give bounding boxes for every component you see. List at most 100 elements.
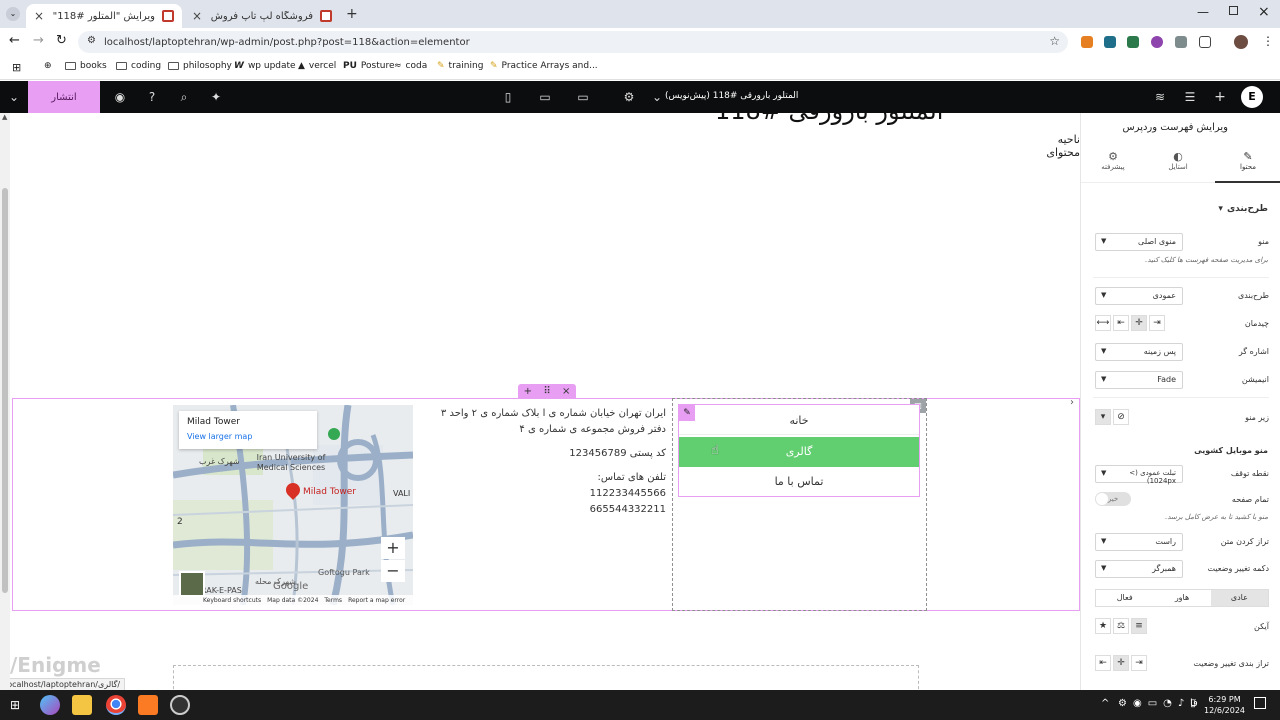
- bookmark-item[interactable]: ≈ coda: [394, 61, 427, 71]
- input-language[interactable]: فا: [1190, 698, 1198, 709]
- extension-icon[interactable]: [1081, 36, 1093, 48]
- windows-start-icon[interactable]: ⊞: [10, 698, 20, 712]
- extension-icon[interactable]: [1175, 36, 1187, 48]
- minimize-window-icon[interactable]: —: [1197, 5, 1209, 19]
- bookmark-item[interactable]: books: [65, 61, 107, 71]
- notifications-icon[interactable]: ✦: [208, 90, 224, 104]
- xampp-icon[interactable]: [138, 695, 158, 715]
- align-center-icon[interactable]: ✛: [1131, 315, 1147, 331]
- scroll-up-arrow-icon[interactable]: ▲: [2, 113, 7, 121]
- bookmark-item[interactable]: ▲ vercel: [298, 61, 336, 71]
- publish-options-chevron-icon[interactable]: ⌄: [6, 90, 22, 104]
- scrollbar-thumb[interactable]: [2, 188, 8, 593]
- menu-item-home[interactable]: خانه: [679, 407, 919, 435]
- bookmark-item[interactable]: ✎ training: [437, 61, 483, 71]
- zoom-in-button[interactable]: +: [381, 537, 405, 559]
- tablet-view-icon[interactable]: ▭: [537, 90, 553, 104]
- back-icon[interactable]: ←: [9, 33, 20, 48]
- browser-tab-shop[interactable]: فروشگاه لپ تاپ فروش تهران ×: [184, 4, 340, 28]
- align-end-icon[interactable]: ⇤: [1113, 315, 1129, 331]
- breakpoint-select[interactable]: تبلت عمودی (> 1024px) ▼: [1095, 465, 1183, 485]
- copilot-icon[interactable]: [40, 695, 60, 715]
- close-tab-icon[interactable]: ×: [34, 9, 44, 23]
- forward-icon[interactable]: →: [33, 33, 44, 48]
- settings-gear-icon[interactable]: ⚙: [621, 90, 637, 104]
- publish-button[interactable]: انتشار: [28, 81, 100, 113]
- tab-list-menu-icon[interactable]: ⌄: [6, 7, 20, 21]
- apps-grid-icon[interactable]: ⊞: [12, 61, 21, 74]
- fullwidth-toggle[interactable]: خیر: [1095, 492, 1131, 506]
- site-info-icon[interactable]: ⚙: [87, 35, 96, 46]
- bookmark-item[interactable]: PU Posture: [343, 61, 394, 71]
- align-right-icon[interactable]: ⇥: [1131, 655, 1147, 671]
- tray-chevron-icon[interactable]: ^: [1101, 698, 1109, 709]
- menu-item-contact[interactable]: تماس با ما: [679, 467, 919, 497]
- mobile-view-icon[interactable]: ▯: [500, 90, 516, 104]
- tab-content[interactable]: ✎ محتوا: [1215, 145, 1280, 183]
- pointer-select[interactable]: پس زمینه ▼: [1095, 343, 1183, 361]
- bookmark-item[interactable]: philosophy: [168, 61, 232, 71]
- canvas-scrollbar[interactable]: [0, 113, 10, 690]
- zoom-out-button[interactable]: −: [381, 560, 405, 582]
- align-center-icon[interactable]: ✛: [1113, 655, 1129, 671]
- preview-eye-icon[interactable]: ◉: [112, 90, 128, 104]
- align-start-icon[interactable]: ⇥: [1149, 315, 1165, 331]
- menu-select[interactable]: منوی اصلی ▼: [1095, 233, 1183, 251]
- hamburger-icon[interactable]: ≡: [1131, 618, 1147, 634]
- browser-menu-icon[interactable]: ⋮: [1262, 34, 1274, 48]
- empty-section-drop-zone[interactable]: [173, 665, 919, 690]
- tab-advanced[interactable]: ⚙ پیشرفته: [1081, 145, 1145, 183]
- profile-avatar[interactable]: [1234, 35, 1248, 49]
- view-larger-map-link[interactable]: View larger map: [187, 432, 252, 441]
- bookmark-star-icon[interactable]: ☆: [1049, 34, 1060, 48]
- align-justify-icon[interactable]: ⟷: [1095, 315, 1111, 331]
- reload-icon[interactable]: ↻: [56, 33, 67, 48]
- drag-section-icon[interactable]: ⠿: [543, 386, 550, 397]
- structure-layers-icon[interactable]: ≋: [1152, 90, 1168, 104]
- star-icon[interactable]: ★: [1095, 618, 1111, 634]
- panel-collapse-icon[interactable]: ›: [1070, 397, 1074, 408]
- new-tab-icon[interactable]: +: [346, 6, 358, 22]
- browser-tab-editor[interactable]: ویرایش "المتلور #118" با ×: [26, 4, 182, 28]
- section-layout-header[interactable]: طرح‌بندی ▾: [1218, 204, 1268, 214]
- bookmark-item[interactable]: ⊕: [44, 61, 52, 71]
- bookmark-item[interactable]: ✎ Practice Arrays and...: [490, 61, 598, 71]
- delete-section-icon[interactable]: ×: [562, 386, 570, 397]
- bookmark-item[interactable]: Wwp update: [234, 61, 296, 71]
- notifications-icon[interactable]: [1254, 697, 1266, 709]
- align-left-icon[interactable]: ⇤: [1095, 655, 1111, 671]
- layout-select[interactable]: عمودی ▼: [1095, 287, 1183, 305]
- search-icon[interactable]: ⌕: [176, 90, 192, 104]
- submenu-none-icon[interactable]: ⊘: [1113, 409, 1129, 425]
- doc-menu-chevron-icon[interactable]: ⌄: [649, 90, 665, 104]
- clock[interactable]: 6:29 PM 12/6/2024: [1204, 694, 1245, 716]
- add-section-icon[interactable]: +: [524, 386, 532, 397]
- satellite-thumbnail[interactable]: [179, 571, 205, 597]
- help-icon[interactable]: ?: [144, 90, 160, 104]
- site-settings-icon[interactable]: ☰: [1182, 90, 1198, 104]
- keyboard-shortcuts-link[interactable]: Keyboard shortcuts: [203, 597, 261, 604]
- state-tab-normal[interactable]: عادی: [1210, 590, 1268, 606]
- chrome-icon[interactable]: [106, 695, 126, 715]
- extensions-puzzle-icon[interactable]: [1199, 36, 1211, 48]
- file-explorer-icon[interactable]: [72, 695, 92, 715]
- bookmark-item[interactable]: coding: [116, 61, 161, 71]
- icon-library-icon[interactable]: ⚖: [1113, 618, 1129, 634]
- extension-icon[interactable]: [1104, 36, 1116, 48]
- google-map[interactable]: Milad Tower View larger map شهرک غرب Ira…: [173, 405, 413, 605]
- maximize-window-icon[interactable]: [1229, 6, 1238, 15]
- close-window-icon[interactable]: ×: [1258, 4, 1270, 20]
- text-align-select[interactable]: راست ▼: [1095, 533, 1183, 551]
- elementor-logo-icon[interactable]: E: [1241, 86, 1263, 108]
- url-input[interactable]: ⚙ localhost/laptoptehran/wp-admin/post.p…: [78, 31, 1068, 53]
- toggle-button-select[interactable]: همبرگر ▼: [1095, 560, 1183, 578]
- terms-link[interactable]: Terms: [324, 597, 342, 604]
- tab-style[interactable]: ◐ استایل: [1145, 145, 1211, 183]
- report-error-link[interactable]: Report a map error: [348, 597, 405, 604]
- close-tab-icon[interactable]: ×: [192, 9, 202, 23]
- state-tab-active[interactable]: فعال: [1096, 590, 1153, 606]
- animation-select[interactable]: Fade ▼: [1095, 371, 1183, 389]
- document-title[interactable]: المتلور بارورقی #118 (پیش‌نویس): [665, 91, 798, 101]
- extension-icon[interactable]: [1151, 36, 1163, 48]
- section-handle[interactable]: + ⠿ ×: [518, 384, 576, 398]
